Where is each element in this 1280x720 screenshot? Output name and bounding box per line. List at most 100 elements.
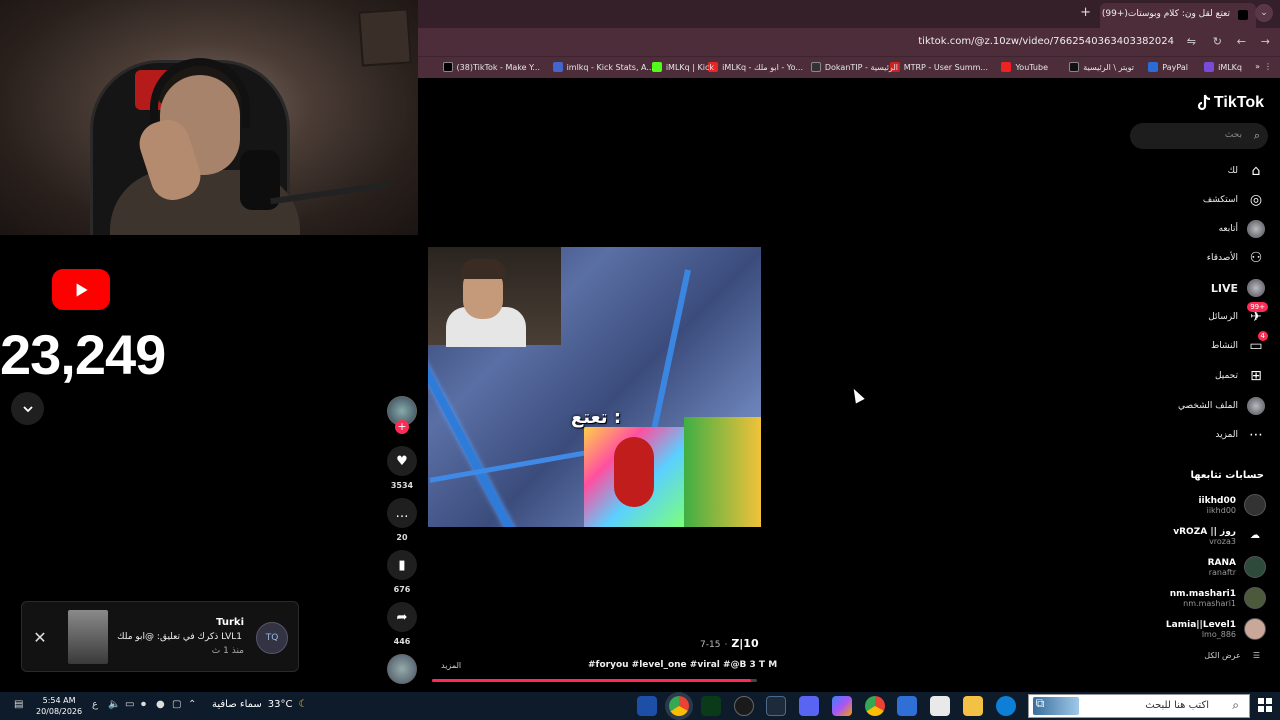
forward-icon[interactable]: ← bbox=[1237, 35, 1246, 48]
bookmarks-overflow-icon[interactable]: » bbox=[1255, 62, 1260, 71]
obs-icon[interactable] bbox=[734, 696, 754, 716]
notification-avatar: TQ bbox=[256, 622, 288, 654]
heart-icon: ♥ bbox=[387, 446, 417, 476]
nav-live[interactable]: LIVE bbox=[1211, 278, 1266, 298]
tiktok-logo[interactable]: TikTok bbox=[1196, 94, 1264, 112]
bookmark-item[interactable]: YouTube bbox=[1001, 62, 1048, 72]
weather-widget[interactable]: سماء صافية 33°C ☾ bbox=[212, 699, 307, 710]
list-icon: ☰ bbox=[1252, 651, 1260, 660]
home-icon: ⌂ bbox=[1251, 163, 1261, 179]
address-bar[interactable]: tiktok.com/@z.10zw/video/766254036340338… bbox=[918, 36, 1174, 47]
moon-icon: ☾ bbox=[298, 699, 308, 710]
bookmark-item[interactable]: imlkq - Kick Stats, A... bbox=[552, 62, 654, 72]
new-tab-button[interactable]: + bbox=[1080, 5, 1091, 20]
file-explorer-icon[interactable] bbox=[963, 696, 983, 716]
app-icon[interactable] bbox=[701, 696, 721, 716]
nav-profile[interactable]: الملف الشخصي bbox=[1178, 396, 1266, 416]
mail-icon[interactable] bbox=[897, 696, 917, 716]
windows-start-icon[interactable] bbox=[1258, 698, 1272, 712]
tab-tiktok[interactable]: (99+)تعتع لقل ون: كلام وبوستات bbox=[1100, 3, 1256, 28]
bookmark-item[interactable]: DokanTIP - الرئيسية bbox=[810, 62, 898, 72]
tab-search-icon[interactable]: ⌄ bbox=[1255, 4, 1273, 22]
video-progress-bar[interactable] bbox=[432, 679, 757, 682]
video-more-button[interactable]: المزيد bbox=[441, 661, 461, 670]
account-item[interactable]: vROZA || روز vroza3 ☁ bbox=[1173, 523, 1266, 549]
share-button[interactable]: ➦ 446 bbox=[383, 602, 421, 646]
save-button[interactable]: ▮ 676 bbox=[383, 550, 421, 594]
activity-icon: ▭ 4 bbox=[1246, 331, 1268, 356]
site-settings-icon[interactable]: ⇋ bbox=[1187, 35, 1196, 48]
account-item[interactable]: RANA ranaftr bbox=[1208, 554, 1266, 580]
notification-message: ذكرك في تعليق: @ابو ملك LVL1 bbox=[117, 632, 242, 642]
nav-following[interactable]: أتابعه bbox=[1219, 219, 1266, 239]
edge-icon[interactable] bbox=[996, 696, 1016, 716]
account-item[interactable]: iikhd00 iikhd00 bbox=[1198, 492, 1266, 518]
like-button[interactable]: ♥ 3534 bbox=[383, 446, 421, 490]
nav-for-you[interactable]: لك ⌂ bbox=[1228, 161, 1266, 181]
language-indicator[interactable]: ع bbox=[92, 699, 98, 710]
account-avatar bbox=[1244, 618, 1266, 640]
close-icon[interactable]: ✕ bbox=[32, 628, 48, 647]
tray-overflow-icon[interactable]: ⌃ bbox=[188, 699, 196, 710]
video-progress-fill bbox=[432, 679, 751, 682]
nav-friends[interactable]: الأصدقاء ⚇ bbox=[1207, 248, 1266, 268]
bookmark-item[interactable]: PayPal bbox=[1148, 62, 1188, 72]
nav-activity[interactable]: النشاط ▭ 4 bbox=[1211, 331, 1268, 356]
bookmark-item[interactable]: iMLKq - ابو ملك - Yo... bbox=[708, 62, 803, 72]
video-author[interactable]: 7-15 · Z|10 bbox=[700, 637, 759, 650]
bookmarks-menu-icon[interactable]: ⋮ bbox=[1264, 62, 1272, 71]
account-item[interactable]: Lamia||Level1 lmo_886 bbox=[1166, 616, 1266, 642]
discord-icon[interactable] bbox=[799, 696, 819, 716]
network-icon[interactable]: ▭ bbox=[125, 699, 134, 710]
bookmarks-bar: ⋮ » iMLKq PayPal تويتر \ الرئيسية YouTub… bbox=[418, 56, 1280, 78]
comment-button[interactable]: … 20 bbox=[383, 498, 421, 542]
activity-badge: 4 bbox=[1257, 331, 1268, 341]
task-view-icon[interactable]: ⧉ bbox=[1030, 696, 1050, 716]
bookmark-item[interactable]: iMLKq | Kick bbox=[651, 62, 714, 72]
tray-app-icon[interactable]: ● bbox=[156, 699, 165, 710]
bookmark-item[interactable]: MTRP - User Summ... bbox=[889, 62, 988, 72]
bookmark-item[interactable]: (38)TikTok - Make Y... bbox=[442, 62, 540, 72]
reload-icon[interactable]: ↻ bbox=[1213, 35, 1222, 48]
video-description: #foryou #level_one #viral #@B 3 T M bbox=[588, 660, 778, 670]
next-video-avatar[interactable] bbox=[387, 654, 417, 684]
video-player[interactable]: تعتع : bbox=[428, 247, 761, 527]
microphone-icon[interactable]: ⏺ bbox=[141, 699, 146, 710]
like-count: 3534 bbox=[390, 481, 414, 490]
bookmark-item[interactable]: iMLKq bbox=[1204, 62, 1242, 72]
search-input[interactable]: بحث ⌕ bbox=[1130, 123, 1268, 149]
notification-toast[interactable]: ✕ Turki ذكرك في تعليق: @ابو ملك LVL1 منذ… bbox=[21, 601, 299, 672]
nav-upload[interactable]: تحميل ⊞ bbox=[1215, 366, 1266, 386]
chrome-icon[interactable] bbox=[865, 696, 885, 716]
chrome-active-icon[interactable] bbox=[669, 696, 689, 716]
following-avatar-icon bbox=[1246, 219, 1266, 239]
clock[interactable]: 5:54 AM 20/08/2026 bbox=[36, 695, 82, 717]
save-count: 676 bbox=[393, 585, 411, 594]
tab-title: (99+)تعتع لقل ون: كلام وبوستات bbox=[1101, 9, 1230, 19]
back-icon[interactable]: → bbox=[1261, 35, 1270, 48]
nav-more[interactable]: المزيد ⋯ bbox=[1215, 425, 1266, 445]
webcam-feed bbox=[0, 0, 418, 235]
store-icon[interactable] bbox=[930, 696, 950, 716]
more-icon: ⋯ bbox=[1249, 427, 1263, 443]
app-icon[interactable] bbox=[766, 696, 786, 716]
taskbar-search-input[interactable]: اكتب هنا للبحث ⌕ bbox=[1028, 694, 1250, 718]
notification-name: Turki bbox=[216, 617, 244, 628]
app-icon[interactable] bbox=[637, 696, 657, 716]
volume-icon[interactable]: 🔈 bbox=[108, 699, 120, 710]
video-date: 7-15 bbox=[700, 640, 721, 650]
profile-avatar-icon bbox=[1246, 396, 1266, 416]
see-all-button[interactable]: عرض الكل ☰ bbox=[1204, 651, 1260, 660]
account-avatar bbox=[1244, 556, 1266, 578]
comment-count: 20 bbox=[396, 533, 408, 542]
tray-app-icon[interactable]: ▢ bbox=[172, 699, 181, 710]
nav-messages[interactable]: الرسائل ✈ 99+ bbox=[1208, 302, 1268, 327]
bookmark-item[interactable]: تويتر \ الرئيسية bbox=[1069, 62, 1134, 72]
chevron-down-icon[interactable] bbox=[11, 392, 44, 425]
account-item[interactable]: nm.mashari1 nm.mashari1 bbox=[1170, 585, 1266, 611]
follow-plus-icon[interactable]: + bbox=[395, 420, 409, 434]
share-icon: ➦ bbox=[387, 602, 417, 632]
notifications-icon[interactable]: ▤ bbox=[14, 699, 23, 710]
copilot-icon[interactable] bbox=[832, 696, 852, 716]
nav-explore[interactable]: استكشف ◎ bbox=[1203, 190, 1266, 210]
